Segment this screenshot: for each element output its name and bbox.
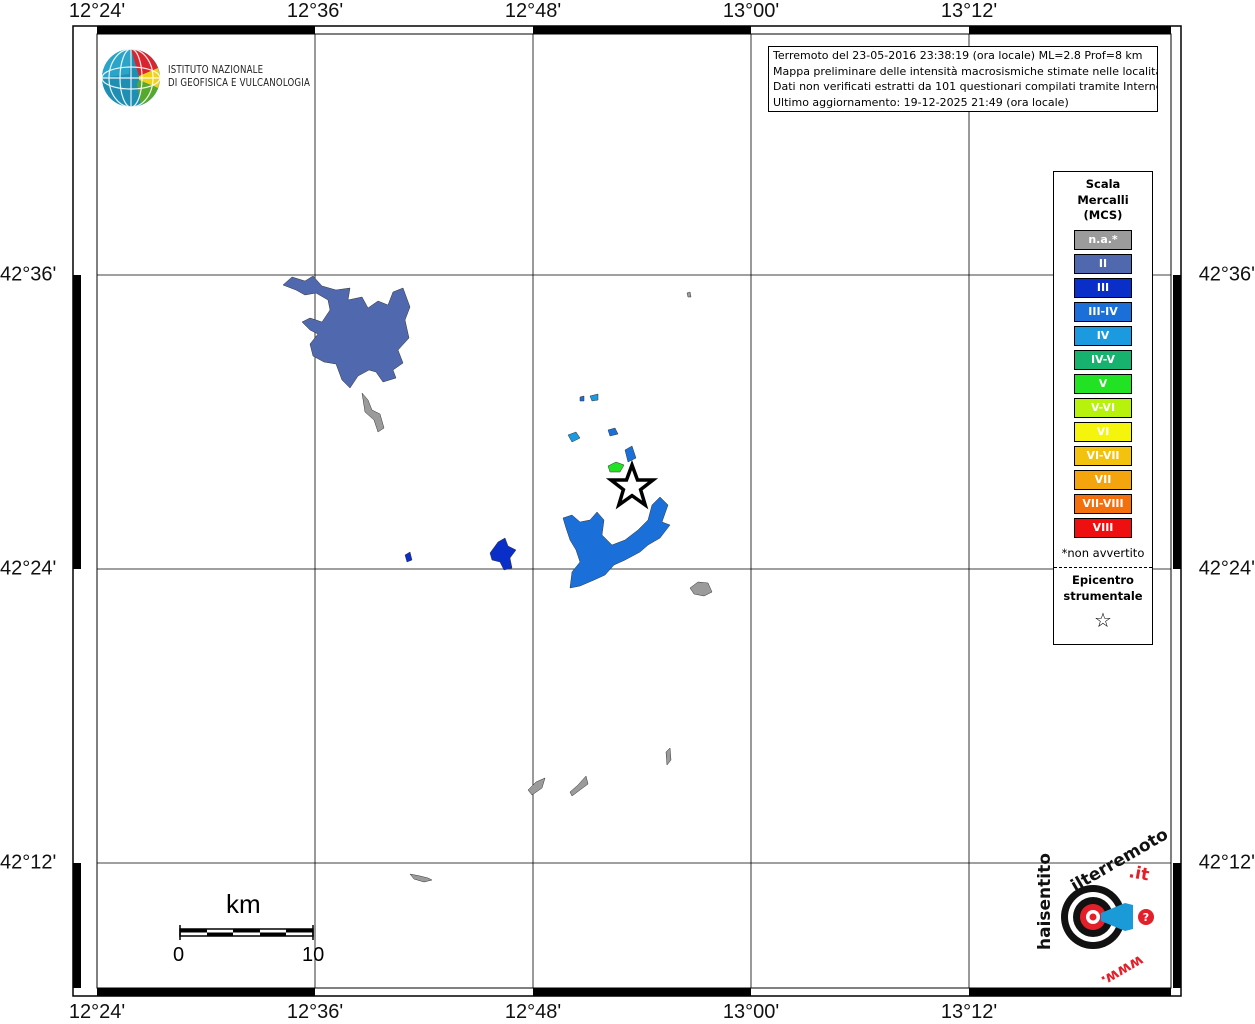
left-label-3: 42°12'	[0, 851, 57, 874]
legend-star-icon: ☆	[1094, 608, 1112, 632]
bottom-label-3: 12°48'	[504, 1001, 562, 1023]
right-label-1: 42°36'	[1198, 263, 1255, 286]
bottom-label-4: 13°00'	[722, 1001, 780, 1023]
right-label-3: 42°12'	[1198, 851, 1255, 874]
top-label-5: 13°12'	[940, 0, 998, 22]
map-frame	[72, 25, 1182, 997]
right-label-2: 42°24'	[1198, 557, 1255, 580]
svg-text:?: ?	[1143, 911, 1149, 924]
area-na-tiny-ne	[686, 291, 692, 298]
legend-title-line3: (MCS)	[1083, 208, 1123, 222]
ingv-logo-globe	[101, 48, 161, 108]
bottom-label-5: 13°12'	[940, 1001, 998, 1023]
legend-swatch: VI	[1074, 422, 1132, 442]
top-label-4: 13°00'	[722, 0, 780, 22]
event-info-line1: Terremoto del 23-05-2016 23:38:19 (ora l…	[773, 49, 1143, 62]
frame-top-band	[97, 26, 1171, 34]
ingv-logo-text: ISTITUTO NAZIONALE DI GEOFISICA E VULCAN…	[168, 64, 310, 90]
scale-max: 10	[302, 944, 325, 966]
legend-title: Scala Mercalli (MCS)	[1054, 177, 1152, 224]
legend-swatch: IV-V	[1074, 350, 1132, 370]
scale-min: 0	[173, 944, 185, 966]
bottom-label-1: 12°24'	[68, 1001, 126, 1023]
legend-swatch: VIII	[1074, 518, 1132, 538]
area-intensity-iv-n5	[579, 395, 585, 402]
legend-swatch: VI-VII	[1074, 446, 1132, 466]
left-label-1: 42°36'	[0, 263, 57, 286]
event-info-line4: Ultimo aggiornamento: 19-12-2025 21:49 (…	[773, 95, 1069, 109]
scale-unit: km	[226, 889, 261, 919]
legend-epicentro: Epicentro strumentale	[1054, 573, 1152, 604]
legend-na-note: *non avvertito	[1061, 546, 1145, 560]
mcs-legend: Scala Mercalli (MCS) n.a.* II III III-IV IV I…	[1053, 171, 1153, 645]
top-label-3: 12°48'	[504, 0, 562, 22]
ingv-logo-line1: ISTITUTO NAZIONALE	[168, 64, 264, 76]
hst-arc-text: haisentito	[1035, 853, 1055, 950]
legend-swatch: II	[1074, 254, 1132, 274]
legend-swatch: V-VI	[1074, 398, 1132, 418]
legend-swatch: IV	[1074, 326, 1132, 346]
legend-swatch: VII-VIII	[1074, 494, 1132, 514]
bottom-label-2: 12°36'	[286, 1001, 344, 1023]
legend-swatch: III	[1074, 278, 1132, 298]
legend-epicentro-line2: strumentale	[1063, 588, 1143, 603]
legend-swatch: VII	[1074, 470, 1132, 490]
svg-text:.it: .it	[1127, 862, 1151, 885]
event-info-line2: Mappa preliminare delle intensità macros…	[773, 64, 1157, 78]
legend-swatch: III-IV	[1074, 302, 1132, 322]
legend-title-line1: Scala	[1085, 177, 1121, 191]
event-info-box: Terremoto del 23-05-2016 23:38:19 (ora l…	[768, 46, 1158, 112]
legend-swatch: n.a.*	[1074, 230, 1132, 250]
legend-swatch: V	[1074, 374, 1132, 394]
top-label-1: 12°24'	[68, 0, 126, 22]
ingv-logo-line2: DI GEOFISICA E VULCANOLOGIA	[168, 77, 311, 89]
top-label-2: 12°36'	[286, 0, 344, 22]
legend-separator	[1054, 567, 1152, 568]
legend-title-line2: Mercalli	[1077, 192, 1129, 207]
frame-bottom-band	[97, 988, 1171, 996]
legend-epicentro-line1: Epicentro	[1072, 573, 1134, 587]
left-label-2: 42°24'	[0, 557, 57, 580]
event-info-line3: Dati non verificati estratti da 101 ques…	[773, 80, 1157, 93]
